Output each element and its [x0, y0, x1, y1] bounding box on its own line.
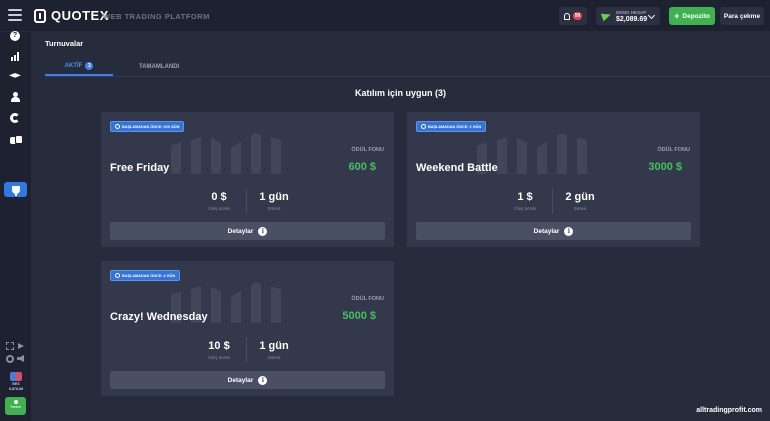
education-icon[interactable]: [7, 70, 23, 82]
plus-icon: +: [674, 10, 680, 21]
menu-icon[interactable]: [8, 9, 22, 23]
entry-fee-value: 10 $: [208, 340, 230, 352]
tabs-divider: [45, 76, 770, 77]
start-badge-label: BAŞLAMADAN ÖNCE: 2 GÜN: [428, 124, 482, 129]
duration-label: Süresi: [573, 206, 587, 211]
arrow-right-icon[interactable]: [18, 343, 24, 349]
entry-fee-value: 0 $: [211, 191, 227, 203]
prize-label: ÖDÜL FONU: [351, 147, 384, 153]
duration-label: Süresi: [267, 355, 281, 360]
logo[interactable]: QUOTEX: [34, 8, 109, 23]
coins-icon[interactable]: [7, 133, 23, 145]
duration-label: Süresi: [267, 206, 281, 211]
fullscreen-icon[interactable]: [6, 342, 14, 350]
tournament-icon[interactable]: [4, 182, 27, 197]
tournament-card: BAŞLAMADAN ÖNCE: 4 GÜN ÖDÜL FONU Crazy! …: [101, 261, 394, 396]
entry-fee-value: 1 $: [517, 191, 533, 203]
prize-value: 3000 $: [648, 161, 682, 173]
bell-icon: [563, 12, 570, 20]
duration-value: 1 gün: [259, 340, 289, 352]
withdraw-button[interactable]: Para çekme: [720, 7, 764, 25]
analytics-icon[interactable]: [7, 112, 23, 124]
info-icon: i: [564, 226, 574, 236]
account-type-label: DEMO HESAP: [616, 10, 647, 15]
prize-value: 600 $: [348, 161, 376, 173]
badge-text-2: KATILIM: [8, 387, 24, 392]
prize-label: ÖDÜL FONU: [657, 147, 690, 153]
paper-plane-icon: [600, 10, 613, 22]
main-content: Turnuvalar AKTİF 3 TAMAMLANDI Katılım iç…: [31, 32, 770, 421]
prize-label: ÖDÜL FONU: [351, 296, 384, 302]
start-badge: BAŞLAMADAN ÖNCE: 000 GÜN: [110, 121, 185, 132]
level-badge[interactable]: BES KATILIM: [7, 372, 25, 392]
duration: 1 gün Süresi: [244, 191, 304, 211]
tab-active-label: AKTİF: [64, 63, 83, 69]
start-badge-label: BAŞLAMADAN ÖNCE: 4 GÜN: [122, 273, 176, 278]
tab-active[interactable]: AKTİF 3: [45, 60, 113, 76]
support-button[interactable]: Yardım: [5, 397, 26, 415]
prize-value: 5000 $: [342, 310, 376, 322]
duration-value: 1 gün: [259, 191, 289, 203]
badge-emblem-icon: [10, 372, 22, 381]
info-icon: i: [258, 375, 268, 385]
tournament-name: Free Friday: [110, 162, 170, 174]
entry-fee: 1 $ Giriş ücreti: [495, 191, 555, 211]
entry-fee: 0 $ Giriş ücreti: [189, 191, 249, 211]
badge-text-1: BES: [12, 382, 20, 386]
tournament-name: Weekend Battle: [416, 162, 498, 174]
start-badge: BAŞLAMADAN ÖNCE: 4 GÜN: [110, 270, 181, 281]
top-bar: QUOTEX WEB TRADING PLATFORM 99 DEMO HESA…: [0, 0, 770, 32]
sound-icon[interactable]: [17, 355, 24, 362]
account-switcher[interactable]: DEMO HESAP $2,089.69: [596, 7, 660, 25]
duration: 1 gün Süresi: [244, 340, 304, 360]
logo-icon: [34, 8, 46, 23]
tournament-card: BAŞLAMADAN ÖNCE: 000 GÜN ÖDÜL FONU Free …: [101, 112, 394, 247]
details-button[interactable]: Detaylar i: [110, 222, 385, 240]
entry-fee: 10 $ Giriş ücreti: [189, 340, 249, 360]
logo-text: QUOTEX: [51, 8, 109, 23]
profile-icon[interactable]: [7, 91, 23, 103]
entry-fee-label: Giriş ücreti: [208, 355, 230, 360]
online-dot-icon: [13, 400, 18, 404]
tab-completed[interactable]: TAMAMLANDI: [139, 60, 179, 74]
clock-icon: [115, 273, 120, 278]
details-label: Detaylar: [227, 227, 254, 235]
entry-fee-label: Giriş ücreti: [514, 206, 536, 211]
help-icon[interactable]: ?: [7, 30, 23, 42]
details-label: Detaylar: [533, 227, 560, 235]
notifications-badge: 99: [572, 12, 583, 20]
entry-fee-label: Giriş ücreti: [208, 206, 230, 211]
tab-active-count: 3: [85, 62, 94, 70]
duration-value: 2 gün: [565, 191, 595, 203]
deposit-label: Depozito: [682, 12, 710, 20]
clock-icon: [421, 124, 426, 129]
deposit-button[interactable]: + Depozito: [669, 7, 715, 25]
duration: 2 gün Süresi: [550, 191, 610, 211]
platform-label: WEB TRADING PLATFORM: [103, 12, 210, 21]
chevron-down-icon: [647, 11, 656, 20]
card-background-chart: [171, 133, 291, 174]
tournament-card: BAŞLAMADAN ÖNCE: 2 GÜN ÖDÜL FONU Weekend…: [407, 112, 700, 247]
chart-icon[interactable]: [7, 50, 23, 62]
details-button[interactable]: Detaylar i: [110, 371, 385, 389]
support-label: Yardım: [9, 405, 22, 409]
details-button[interactable]: Detaylar i: [416, 222, 691, 240]
info-icon: i: [258, 226, 268, 236]
details-label: Detaylar: [227, 376, 254, 384]
site-watermark: alltradingprofit.com: [696, 407, 762, 414]
clock-icon: [115, 124, 120, 129]
start-badge-label: BAŞLAMADAN ÖNCE: 000 GÜN: [122, 124, 180, 129]
notifications-button[interactable]: 99: [559, 7, 587, 25]
start-badge: BAŞLAMADAN ÖNCE: 2 GÜN: [416, 121, 487, 132]
available-title: Katılım için uygun (3): [354, 88, 446, 98]
account-balance: $2,089.69: [616, 16, 648, 23]
tournament-name: Crazy! Wednesday: [110, 311, 208, 323]
page-title: Turnuvalar: [45, 39, 84, 48]
settings-icon[interactable]: [6, 355, 14, 363]
sidebar: ? BES KATILIM Yardım: [0, 30, 31, 421]
